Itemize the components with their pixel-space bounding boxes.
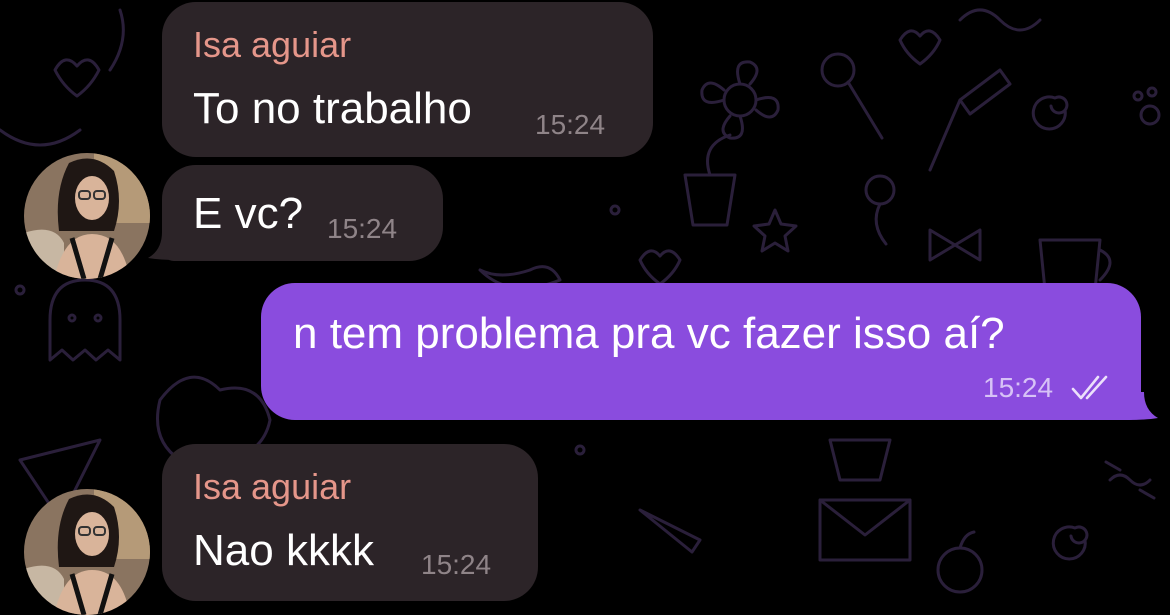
message-text: n tem problema pra vc fazer isso aí? — [293, 309, 1005, 358]
message-bubble-incoming[interactable]: E vc? 15:24 — [162, 165, 443, 261]
double-check-icon — [1071, 375, 1108, 400]
message-bubble-incoming[interactable]: Isa aguiar Nao kkkk 15:24 — [162, 444, 538, 601]
message-bubble-incoming[interactable]: Isa aguiar To no trabalho 15:24 — [162, 2, 653, 157]
message-text: E vc? — [193, 189, 304, 238]
message-time: 15:24 — [983, 372, 1054, 403]
message-text: Nao kkkk — [193, 526, 374, 575]
message-time: 15:24 — [535, 109, 606, 140]
message-time: 15:24 — [327, 213, 398, 244]
message-text: To no trabalho — [193, 84, 472, 133]
contact-avatar[interactable] — [24, 489, 150, 615]
sender-name[interactable]: Isa aguiar — [193, 466, 351, 508]
message-time: 15:24 — [421, 549, 492, 580]
contact-avatar[interactable] — [24, 153, 150, 279]
sender-name[interactable]: Isa aguiar — [193, 24, 351, 66]
bubble-tail — [1128, 392, 1158, 422]
message-bubble-outgoing[interactable]: n tem problema pra vc fazer isso aí? 15:… — [261, 283, 1141, 420]
